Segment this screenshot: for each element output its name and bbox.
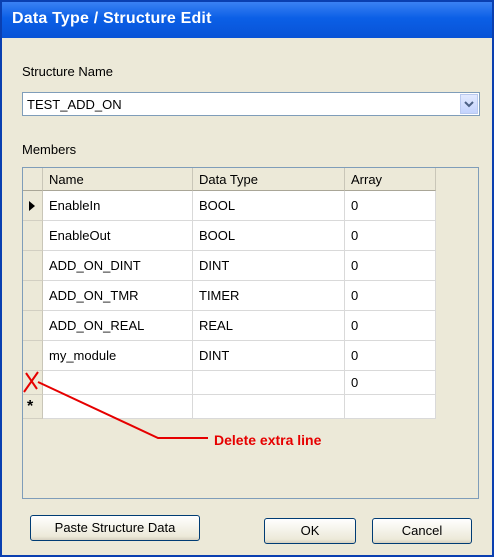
dialog-window: Data Type / Structure Edit Structure Nam… bbox=[0, 0, 494, 557]
cancel-button[interactable]: Cancel bbox=[372, 518, 472, 544]
paste-structure-data-button[interactable]: Paste Structure Data bbox=[30, 515, 200, 541]
annotation-text: Delete extra line bbox=[214, 432, 322, 448]
ok-button[interactable]: OK bbox=[264, 518, 356, 544]
annotation-line bbox=[37, 381, 208, 439]
